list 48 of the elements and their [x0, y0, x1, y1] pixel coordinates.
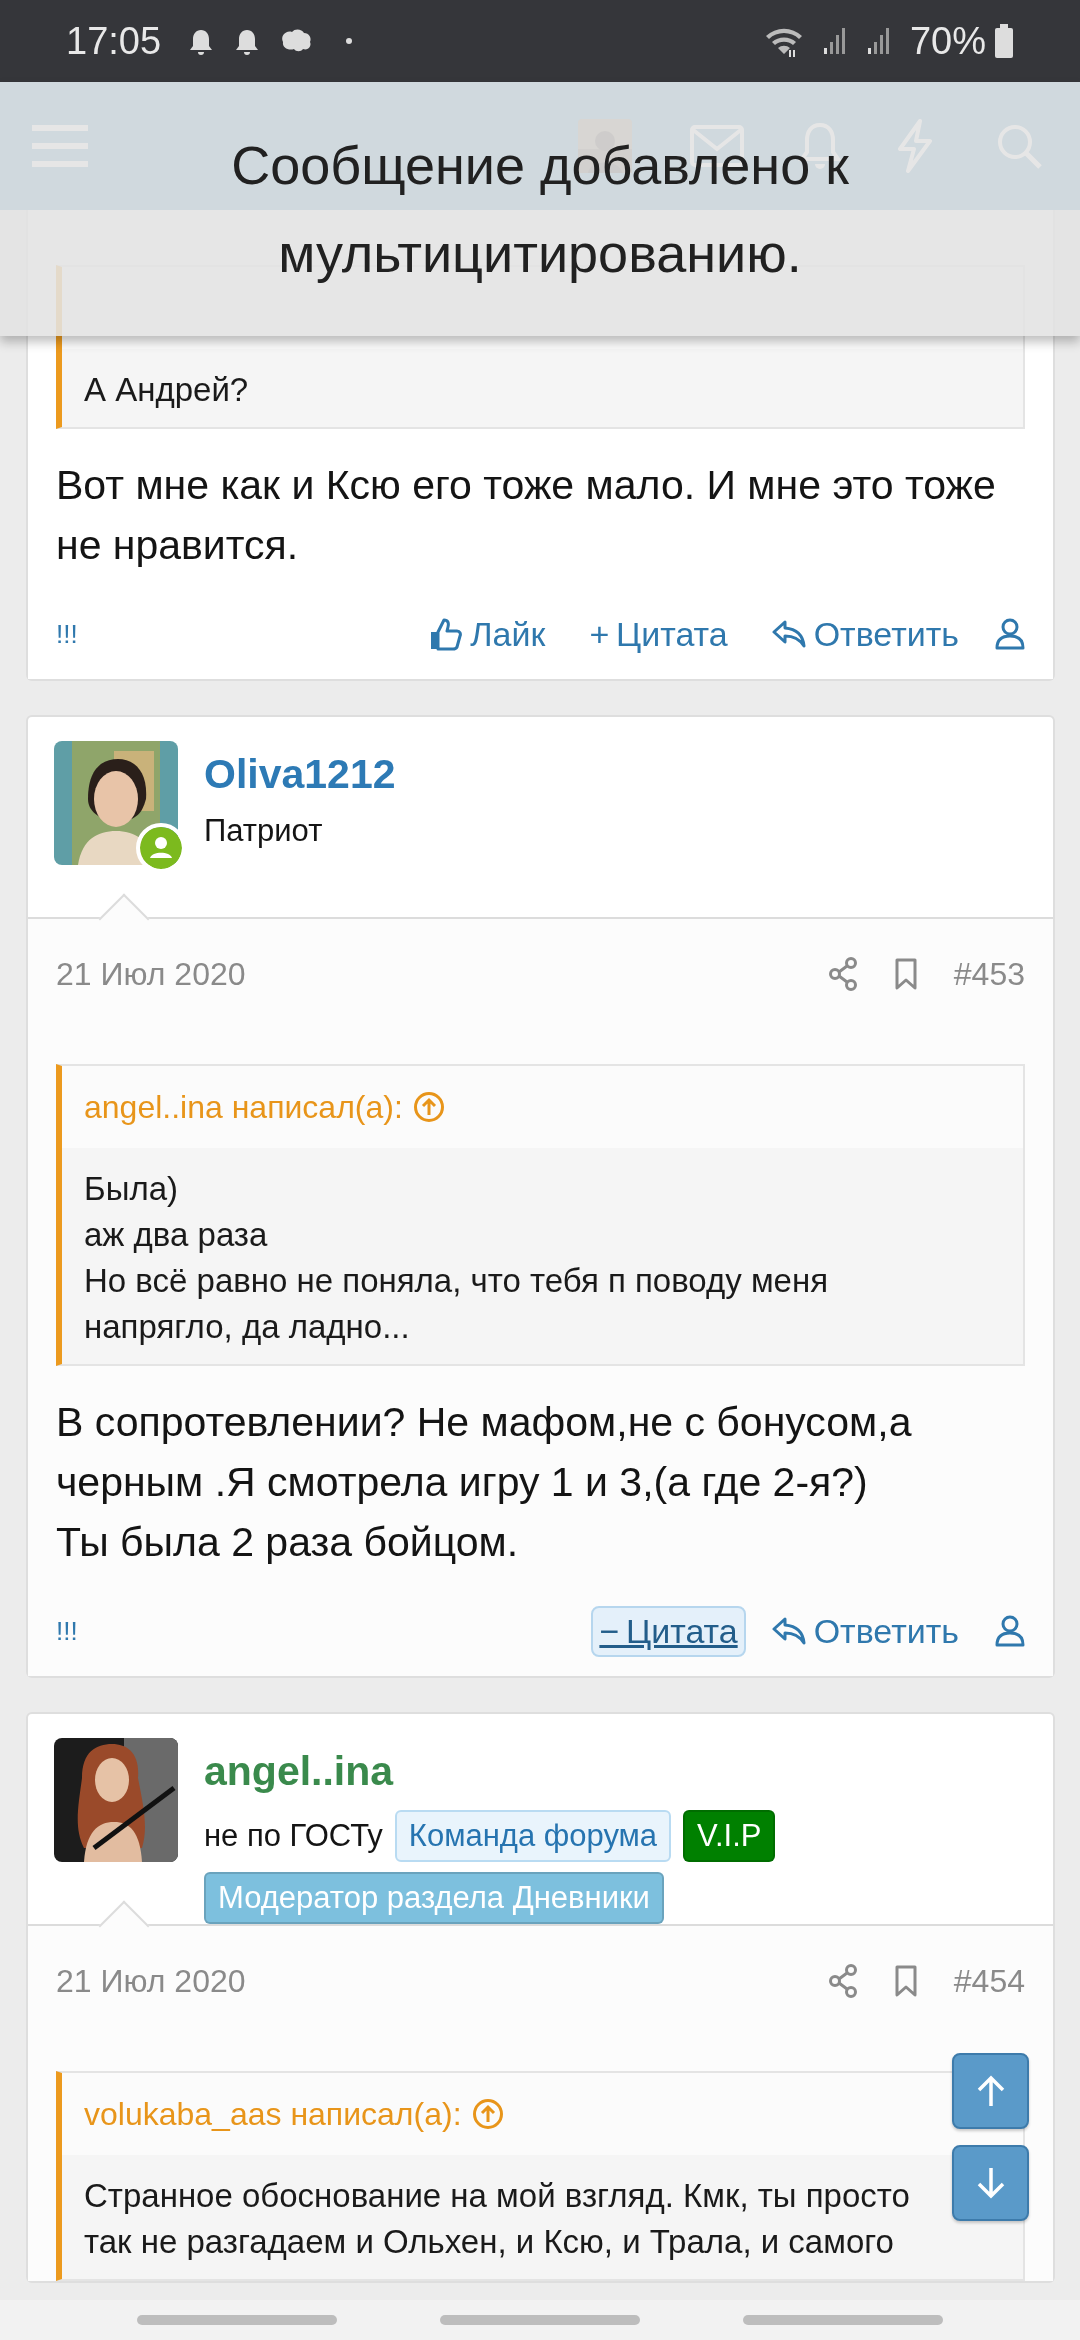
arrow-up-circle-icon[interactable]	[412, 1091, 445, 1123]
reply-button[interactable]: Ответить	[763, 608, 967, 660]
user-banner: Команда форума	[394, 1810, 672, 1862]
reply-button[interactable]: Ответить	[763, 1605, 967, 1657]
dot-icon	[345, 37, 354, 45]
post-date[interactable]: 21 Июл 2020	[56, 1962, 792, 2000]
reply-arrow-icon	[771, 619, 806, 649]
share-icon[interactable]	[827, 1964, 858, 1998]
post-number[interactable]: #454	[953, 1962, 1025, 2000]
user-title: не по ГОСТу	[204, 1818, 383, 1854]
signal-icon	[865, 26, 892, 56]
post-number[interactable]: #453	[953, 955, 1025, 993]
navigation-gesture-handle[interactable]	[137, 2315, 337, 2325]
quote-button[interactable]: + Цитата	[581, 608, 736, 660]
flag-link[interactable]: !!!	[56, 618, 393, 650]
user-banner: Модератор раздела Дневники	[204, 1872, 664, 1924]
quote-text: Была) аж два раза Но всё равно не поняла, что тебя п поводу меня напрягло, да ладно...	[84, 1169, 830, 1347]
thumbs-up-icon	[428, 617, 463, 651]
signal-icon	[821, 26, 848, 56]
user-icon[interactable]	[995, 1615, 1025, 1647]
username-link[interactable]: angel..ina	[204, 1746, 844, 1796]
quote-button[interactable]: − Цитата	[591, 1605, 746, 1657]
quote-text: Странное обоснование на мой взгляд. Кмк, ты просто так не разгадаем и Ольхен, и Ксю, и Трала, и самого	[84, 2176, 911, 2262]
flag-link[interactable]: !!!	[56, 1615, 564, 1647]
scroll-up-button[interactable]	[952, 2053, 1029, 2129]
bookmark-icon[interactable]	[893, 1965, 918, 1997]
battery-icon	[994, 24, 1014, 58]
like-button[interactable]: Лайк	[420, 608, 554, 660]
quote-author-link[interactable]: angel..ina написал(а):	[84, 1088, 403, 1126]
clock-time: 17:05	[66, 19, 162, 63]
user-icon[interactable]	[995, 618, 1025, 650]
post-date[interactable]: 21 Июл 2020	[56, 955, 792, 993]
quote-text: А Андрей?	[84, 370, 250, 410]
navigation-gesture-handle[interactable]	[440, 2315, 640, 2325]
user-banner: V.I.P	[683, 1810, 776, 1862]
user-title: Патриот	[204, 813, 323, 849]
battery-percent: 70%	[909, 19, 986, 63]
multiquote-toast: Сообщение добавлено к мультицитированию.	[0, 82, 1080, 336]
arrow-up-circle-icon[interactable]	[471, 2098, 504, 2130]
bookmark-icon[interactable]	[893, 958, 918, 990]
scroll-down-button[interactable]	[952, 2145, 1029, 2221]
navigation-gesture-handle[interactable]	[743, 2315, 943, 2325]
post-message: Вот мне как и Ксю его тоже мало. И мне это тоже не нравится.	[56, 461, 997, 570]
reply-arrow-icon	[771, 1616, 806, 1646]
quote-author-link[interactable]: volukaba_aas написал(а):	[84, 2095, 462, 2133]
post-message: В сопротевлении? Не мафом,не с бонусом,а черным .Я смотрела игру 1 и 3,(а где 2-я?) Ты была 2 раза бойцом.	[56, 1398, 913, 1567]
username-link[interactable]: Oliva1212	[204, 749, 844, 799]
share-icon[interactable]	[827, 957, 858, 991]
